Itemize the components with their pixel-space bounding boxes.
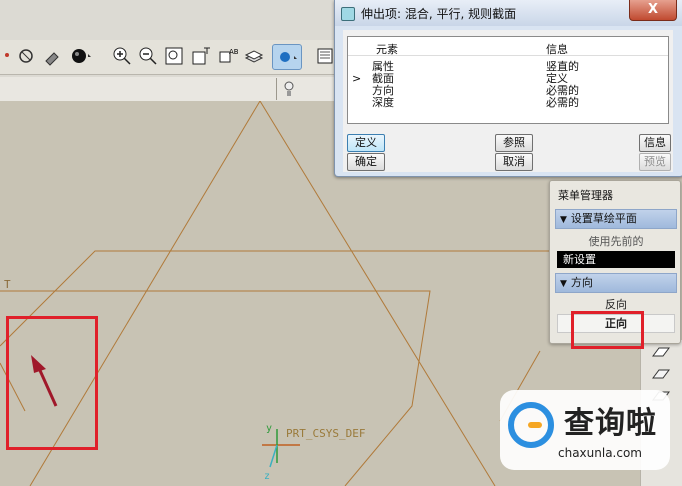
dialog-title: 伸出项: 混合, 平行, 规则截面 (361, 7, 517, 21)
dialog-titlebar[interactable]: 伸出项: 混合, 平行, 规则截面 X (335, 0, 682, 26)
logo-accent (528, 422, 542, 428)
feature-icon (341, 7, 355, 21)
axis-y-label: y (266, 423, 272, 434)
watermark-url: chaxunla.com (558, 446, 642, 460)
header-divider (348, 55, 668, 56)
collapse-triangle-icon: ▼ (560, 215, 567, 225)
toolbar-row: AB (0, 40, 340, 75)
toolbar-grip-icon (2, 46, 12, 64)
close-icon[interactable]: X (629, 0, 677, 21)
search-logo-icon (508, 402, 554, 448)
menu-item-new-setup[interactable]: 新设置 (557, 251, 675, 268)
define-button[interactable]: 定义 (347, 134, 385, 152)
zoom-in-icon[interactable] (112, 46, 132, 66)
feature-dialog: 伸出项: 混合, 平行, 规则截面 X 元素 信息 > 属性 竖直的 截面 定义… (334, 0, 682, 177)
svg-text:AB: AB (229, 48, 238, 56)
datum-axis-icon[interactable] (651, 366, 671, 384)
menu-header-direction[interactable]: ▼ 方向 (555, 273, 677, 293)
table-row-info: 必需的 (546, 96, 579, 109)
view-manager-icon[interactable] (272, 44, 302, 70)
orient-icon[interactable] (190, 46, 212, 66)
info-button[interactable]: 信息 (639, 134, 671, 152)
current-row-marker: > (352, 72, 362, 85)
collapse-triangle-icon: ▼ (560, 279, 567, 289)
saved-view-icon[interactable] (316, 46, 336, 66)
ok-button[interactable]: 确定 (347, 153, 385, 171)
menu-header-label: 方向 (570, 276, 593, 289)
watermark-brand: 查询啦 (564, 406, 657, 441)
dialog-body: 元素 信息 > 属性 竖直的 截面 定义 方向 必需的 深度 必需的 定义 参照… (343, 30, 673, 172)
light-bulb-icon[interactable] (283, 80, 295, 98)
shading-icon[interactable] (70, 46, 94, 66)
refit-icon[interactable] (164, 46, 184, 66)
watermark: 查询啦 chaxunla.com (500, 390, 670, 470)
toolbar-separator (276, 78, 277, 100)
sketch-icon[interactable] (16, 46, 36, 66)
preview-button[interactable]: 预览 (639, 153, 671, 171)
axis-z-label: z (264, 471, 270, 482)
datum-plane-icon[interactable] (651, 344, 671, 362)
element-table: 元素 信息 > 属性 竖直的 截面 定义 方向 必需的 深度 必需的 (347, 36, 669, 124)
table-row-element[interactable]: 深度 (372, 97, 394, 109)
layer-icon[interactable] (244, 46, 264, 66)
menu-header-label: 设置草绘平面 (570, 212, 637, 225)
reference-button[interactable]: 参照 (495, 134, 533, 152)
highlight-box-arrow (6, 316, 98, 450)
zoom-out-icon[interactable] (138, 46, 158, 66)
highlight-box-menu (571, 311, 644, 349)
hammer-icon[interactable] (42, 46, 62, 66)
menu-header-sketch-plane[interactable]: ▼ 设置草绘平面 (555, 209, 677, 229)
menu-item-use-previous[interactable]: 使用先前的 (557, 233, 675, 250)
menu-manager-title: 菜单管理器 (558, 189, 613, 202)
orient-icon[interactable]: AB (218, 46, 239, 66)
cancel-button[interactable]: 取消 (495, 153, 533, 171)
csys-label: PRT_CSYS_DEF (286, 427, 365, 440)
datum-label: T (4, 278, 11, 291)
